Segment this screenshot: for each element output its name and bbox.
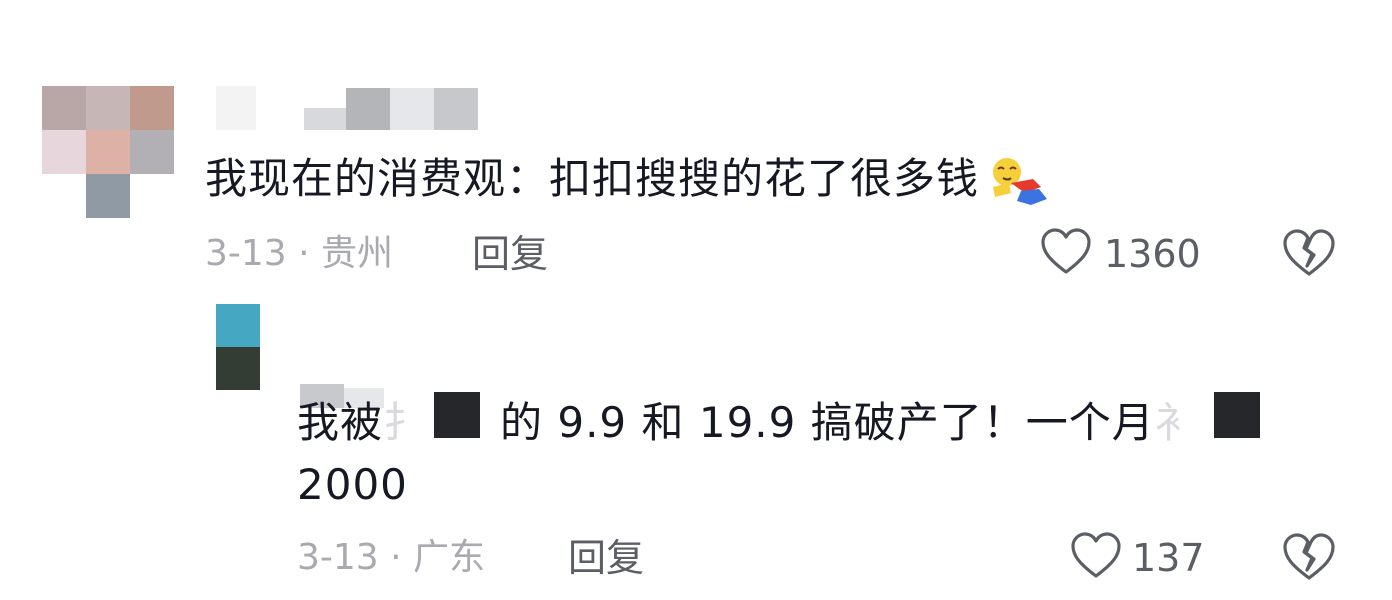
comment-meta: 3-13 · 贵州 — [205, 233, 394, 274]
username[interactable] — [216, 86, 486, 134]
like-icon[interactable] — [1070, 532, 1122, 580]
reply-button[interactable]: 回复 — [568, 536, 644, 580]
comment-text-line2: 2000 — [297, 460, 408, 509]
comment-meta: 3-13 · 广东 — [297, 537, 486, 578]
reply-button[interactable]: 回复 — [472, 232, 548, 276]
dislike-icon[interactable] — [1282, 532, 1336, 582]
comment-text: 我被扌 — [297, 398, 427, 447]
comment-text-cont: 的 9.9 和 19.9 搞破产了！一个月衤 — [500, 398, 1198, 447]
redaction-block — [434, 392, 480, 438]
avatar[interactable] — [216, 304, 260, 390]
like-icon[interactable] — [1040, 228, 1092, 276]
dislike-icon[interactable] — [1282, 228, 1336, 278]
like-count: 137 — [1132, 536, 1205, 580]
comment-text: 我现在的消费观：扣扣搜搜的花了很多钱 — [205, 150, 1053, 211]
like-count: 1360 — [1104, 232, 1201, 276]
redaction-block — [1214, 392, 1260, 438]
avatar[interactable] — [42, 86, 174, 218]
sticker-icon — [981, 153, 1053, 211]
